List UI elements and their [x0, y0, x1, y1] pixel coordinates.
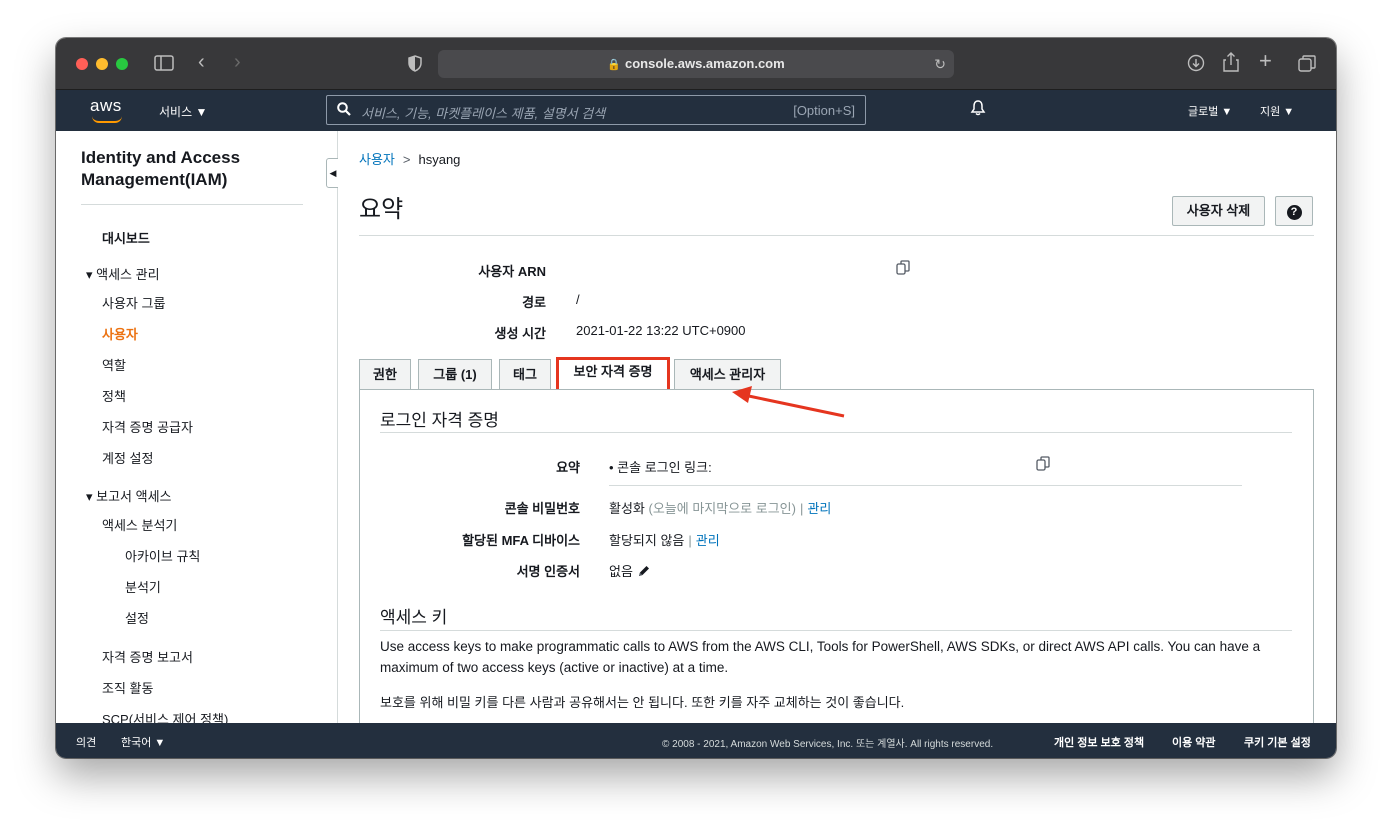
zoom-window-button[interactable]	[116, 58, 128, 70]
search-shortcut: [Option+S]	[793, 103, 855, 118]
share-icon[interactable]	[1223, 51, 1239, 76]
cookie-preferences-link[interactable]: 쿠키 기본 설정	[1244, 734, 1311, 750]
privacy-policy-link[interactable]: 개인 정보 보호 정책	[1054, 734, 1144, 750]
main-content: 사용자 > hsyang 요약 사용자 삭제 ? 사용자 ARN 경로 / 생성 시…	[338, 131, 1336, 723]
sidebar-item-user-groups[interactable]: 사용자 그룹	[102, 293, 165, 312]
feedback-link[interactable]: 의견	[76, 734, 96, 750]
sidebar-item-organization-activity[interactable]: 조직 활동	[102, 678, 153, 697]
sidebar-item-identity-providers[interactable]: 자격 증명 공급자	[102, 417, 193, 436]
minimize-window-button[interactable]	[96, 58, 108, 70]
region-menu[interactable]: 글로벌 ▼	[1188, 103, 1232, 119]
sidebar-item-account-settings[interactable]: 계정 설정	[102, 448, 153, 467]
sidebar-item-access-analyzer[interactable]: 액세스 분석기	[102, 515, 177, 534]
sidebar-item-archive-rules[interactable]: 아카이브 규칙	[125, 546, 200, 565]
sidebar-divider	[81, 204, 303, 205]
copyright-text: © 2008 - 2021, Amazon Web Services, Inc.…	[662, 739, 994, 750]
sidebar-item-dashboard[interactable]: 대시보드	[102, 228, 150, 247]
support-menu[interactable]: 지원 ▼	[1260, 103, 1294, 119]
lock-icon: 🔒	[607, 59, 622, 71]
tab-overview-icon[interactable]	[1298, 55, 1316, 76]
back-icon[interactable]: ‹	[198, 52, 205, 72]
downloads-icon[interactable]	[1187, 54, 1205, 75]
aws-logo-smile	[92, 116, 122, 123]
new-tab-icon[interactable]: +	[1259, 50, 1272, 72]
url-text: console.aws.amazon.com	[625, 56, 785, 71]
notifications-bell-icon[interactable]	[970, 100, 986, 121]
privacy-shield-icon[interactable]	[408, 55, 422, 75]
search-placeholder: 서비스, 기능, 마켓플레이스 제품, 설명서 검색	[361, 106, 606, 121]
sidebar-title: Identity and Access Management(IAM)	[81, 148, 241, 189]
forward-icon[interactable]: ›	[234, 52, 241, 72]
address-bar[interactable]: 🔒 console.aws.amazon.com ↻	[438, 50, 954, 78]
annotation-arrow-icon	[732, 386, 845, 418]
iam-sidebar: Identity and Access Management(IAM) 대시보드…	[56, 131, 338, 723]
sidebar-item-analyzers[interactable]: 분석기	[125, 577, 161, 596]
search-icon	[337, 102, 351, 119]
close-window-button[interactable]	[76, 58, 88, 70]
terms-link[interactable]: 이용 약관	[1172, 734, 1216, 750]
sidebar-item-policies[interactable]: 정책	[102, 386, 126, 405]
search-box[interactable]: 서비스, 기능, 마켓플레이스 제품, 설명서 검색 [Option+S]	[326, 95, 866, 125]
reload-icon[interactable]: ↻	[934, 50, 946, 78]
browser-toolbar: ‹ › 🔒 console.aws.amazon.com ↻ +	[56, 38, 1336, 90]
aws-logo[interactable]: aws	[90, 96, 122, 123]
sidebar-item-analyzer-settings[interactable]: 설정	[125, 608, 149, 627]
console-footer: 의견 한국어 ▼ © 2008 - 2021, Amazon Web Servi…	[56, 723, 1336, 758]
sidebar-item-scp[interactable]: SCP(서비스 제어 정책)	[102, 709, 228, 723]
language-selector[interactable]: 한국어 ▼	[121, 734, 165, 750]
sidebar-section-access-management[interactable]: ▾ 액세스 관리	[86, 264, 160, 283]
browser-window: ‹ › 🔒 console.aws.amazon.com ↻ + aws 서비스 …	[56, 38, 1336, 758]
sidebar-item-roles[interactable]: 역할	[102, 355, 126, 374]
sidebar-item-credential-report[interactable]: 자격 증명 보고서	[102, 647, 193, 666]
sidebar-section-access-reports[interactable]: ▾ 보고서 액세스	[86, 486, 172, 505]
services-menu[interactable]: 서비스 ▼	[159, 103, 207, 120]
sidebar-item-users[interactable]: 사용자	[102, 324, 138, 343]
sidebar-toggle-icon[interactable]	[154, 55, 174, 74]
aws-top-nav: aws 서비스 ▼ 서비스, 기능, 마켓플레이스 제품, 설명서 검색 [Op…	[56, 90, 1336, 131]
aws-logo-text: aws	[90, 96, 122, 115]
